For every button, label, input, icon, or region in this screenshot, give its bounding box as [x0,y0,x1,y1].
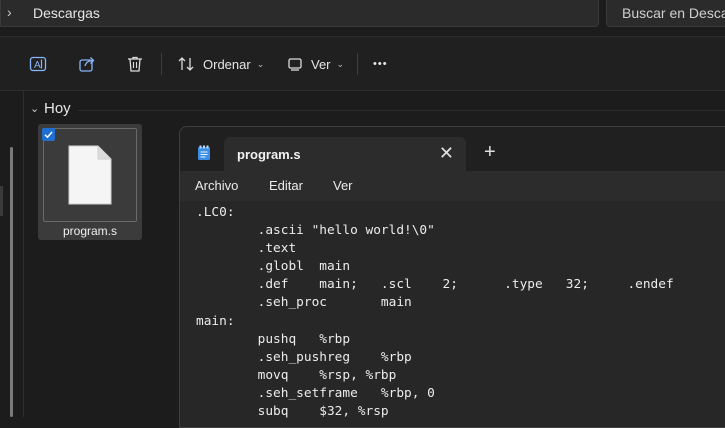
file-item[interactable]: program.s [38,124,142,240]
document-icon [68,145,112,205]
chevron-down-icon: ⌄ [256,58,265,69]
rename-button[interactable]: A [28,51,48,77]
code-line: .LC0: [196,205,235,220]
code-line: .seh_proc main [196,295,412,311]
code-line: .seh_setframe %rbp, 0 [196,385,435,401]
notepad-menubar: Archivo Editar Ver [180,171,725,201]
toolbar-divider [357,53,358,75]
menu-editar[interactable]: Editar [269,178,303,193]
command-bar: A Ordenar ⌄ Ver ⌄ ••• [0,37,725,91]
sort-icon [178,57,194,71]
code-line: .globl main [196,259,351,275]
text-editor[interactable]: .LC0: .ascii "hello world!\0" .text .glo… [180,201,725,427]
breadcrumb-descargas[interactable]: Descargas [33,5,100,21]
explorer-address-area: › Descargas Buscar en Descargas [0,0,725,37]
menu-archivo[interactable]: Archivo [195,178,238,193]
close-tab-icon[interactable]: ✕ [439,143,454,164]
code-line: .def main; .scl 2; .type 32; .endef [196,277,674,293]
navigation-scrollbar[interactable] [10,147,13,417]
navigation-pane [0,91,24,417]
search-placeholder[interactable]: Buscar en Descargas [622,5,725,21]
view-label: Ver [311,56,331,72]
code-line: subq $32, %rsp [196,404,389,420]
group-divider [78,110,725,111]
code-line: main: [196,313,235,329]
notepad-titlebar[interactable]: program.s ✕ + [180,127,725,171]
delete-button[interactable] [125,51,145,77]
address-bar[interactable]: › Descargas [0,0,599,27]
toolbar-divider [161,53,162,75]
file-name: program.s [62,224,118,238]
notepad-window: program.s ✕ + Archivo Editar Ver .LC0: .… [179,126,725,428]
editor-content[interactable]: .LC0: .ascii "hello world!\0" .text .glo… [196,204,674,421]
view-button[interactable]: Ver ⌄ [287,51,344,77]
code-line: .ascii "hello world!\0" [196,223,435,239]
share-icon [79,57,95,72]
new-tab-icon[interactable]: + [484,141,496,164]
tab-program-s[interactable]: program.s ✕ [224,137,466,171]
code-line: .seh_pushreg %rbp [196,349,412,365]
tab-title: program.s [237,147,301,162]
code-line: .text [196,241,297,257]
chevron-down-icon: ⌄ [336,58,345,69]
code-line: movq %rsp, %rbp [196,367,397,383]
svg-text:A: A [34,60,41,71]
collapse-chevron-icon[interactable]: ⌄ [30,102,44,115]
sort-label: Ordenar [203,56,251,72]
menu-ver[interactable]: Ver [333,178,353,193]
checkmark-icon [44,131,53,139]
group-title: Hoy [44,100,71,117]
selection-checkbox[interactable] [42,128,55,141]
breadcrumb-chevron-icon[interactable]: › [7,4,12,20]
rename-icon: A [29,56,47,72]
code-line: pushq %rbp [196,331,351,347]
search-box[interactable]: Buscar en Descargas [606,0,725,27]
sort-button[interactable]: Ordenar ⌄ [177,51,264,77]
more-options-button[interactable]: ••• [373,51,388,77]
view-icon [288,58,302,71]
share-button[interactable] [77,51,97,77]
group-header-today[interactable]: ⌄ Hoy [30,100,71,117]
navigation-selection-indicator [0,186,3,216]
trash-icon [128,56,142,72]
more-icon: ••• [373,58,388,70]
notepad-app-icon [198,145,210,160]
